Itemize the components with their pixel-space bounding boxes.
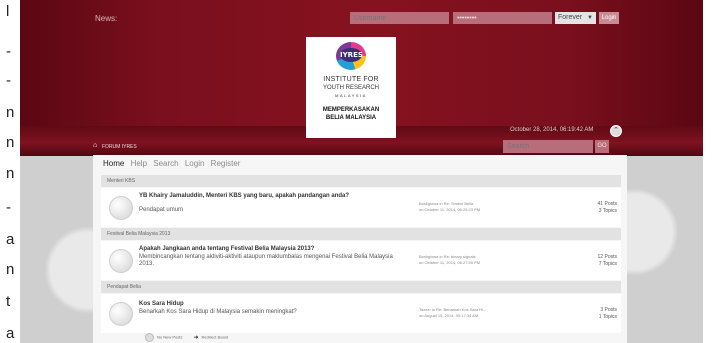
last-post-date: on October 11, 2014, 06:27:59 PM [419,260,481,265]
board-title[interactable]: Apakah Jangkaan anda tentang Festival Be… [139,246,409,253]
breadcrumb[interactable]: FORUM IYRES [102,144,137,150]
board-title[interactable]: YB Khairy Jamaluddin, Menteri KBS yang b… [139,193,399,200]
left-text-char: n [6,165,15,182]
logo-line: MALAYSIA [335,93,367,98]
redirect-icon: ➜ [193,334,199,341]
board-description: Membincangkan tentang aktiviti-aktiviti … [139,254,393,267]
board-stats: 41 Posts 3 Topics [571,201,617,215]
toggle-header-icon[interactable]: ⌃ [610,125,622,137]
logo-line: INSTITUTE FOR [323,76,379,83]
nav-search[interactable]: Search [153,159,178,168]
right-margin [703,0,717,343]
category-header[interactable]: Menteri KBS [101,175,621,187]
main-nav: Home Help Search Login Register [103,159,244,168]
left-text-char: a [6,231,15,248]
legend-redirect: Redirect Board [201,334,229,340]
board-status-icon [109,302,133,326]
board-last-post: Boskglowa in Re: binary signals on Octob… [419,254,539,266]
login-button[interactable]: Login [599,12,619,24]
nav-login[interactable]: Login [185,159,205,168]
nav-home[interactable]: Home [103,159,124,168]
topic-count: 1 Topics [598,314,617,320]
username-input[interactable] [350,12,449,24]
nav-help[interactable]: Help [131,159,147,168]
board-legend: No New Posts ➜ Redirect Board [145,333,228,342]
login-bar: News: Forever ▼ Login [20,12,703,28]
search-input[interactable] [503,140,593,153]
left-text-char: a [6,325,15,342]
logo-line: BELIA MALAYSIA [325,115,377,121]
board-last-post: Boskglowa in Re: Simbol Belia on October… [419,201,539,213]
board-description: Benarkah Kos Sara Hidup di Malaysia sema… [139,309,297,315]
iyres-logo[interactable]: IYRES INSTITUTE FOR YOUTH RESEARCH MALAY… [306,37,396,138]
logo-line: YOUTH RESEARCH [322,85,379,91]
board-title[interactable]: Kos Sara Hidup [139,301,399,308]
left-text-char: n [6,104,15,121]
current-date: October 28, 2014, 06:19:42 AM [510,127,594,133]
chevron-down-icon: ▼ [587,15,593,21]
board-status-icon [109,196,133,220]
category-header[interactable]: Festival Belia Malaysia 2013 [101,228,621,240]
session-length-select[interactable]: Forever ▼ [555,12,596,24]
last-post-date: on October 11, 2014, 06:23:23 PM [419,207,481,212]
left-text-char: - [6,43,11,60]
topic-count: 7 Topics [598,261,617,267]
legend-no-new: No New Posts [157,334,183,340]
board-row[interactable]: Kos Sara Hidup Benarkah Kos Sara Hidup d… [101,294,621,333]
nav-register[interactable]: Register [211,159,241,168]
no-new-posts-icon [145,333,154,342]
logo-line: MEMPERKASAKAN [322,107,380,113]
board-row[interactable]: Apakah Jangkaan anda tentang Festival Be… [101,241,621,280]
logo-mark-icon: IYRES [336,42,366,70]
board-last-post: Tazzer in Re: Benarkah Kos Sara Hi... on… [419,307,539,319]
category-header[interactable]: Pendapat Belia [101,281,621,293]
search-go-button[interactable]: GO [595,140,609,153]
board-row[interactable]: YB Khairy Jamaluddin, Menteri KBS yang b… [101,188,621,227]
forum-page: News: Forever ▼ Login IYRES INSTITUTE FO… [20,0,703,343]
post-count: 3 Posts [600,307,617,313]
left-text-char: l [6,3,10,20]
board-description: Pendapat umum [139,207,184,213]
left-text-char: - [6,72,11,89]
board-stats: 12 Posts 7 Topics [571,254,617,268]
last-post-date: on August 15, 2014, 09:17:34 AM [419,313,479,318]
left-cropped-text: l - - n n n - a n t a [0,0,20,343]
left-text-char: n [6,134,15,151]
board-stats: 3 Posts 1 Topics [571,307,617,321]
content-panel: Home Help Search Login Register Menteri … [93,155,627,343]
logo-mark-text: IYRES [340,48,363,62]
topic-count: 3 Topics [598,208,617,214]
session-length-value: Forever [558,14,583,21]
left-text-char: n [6,261,15,278]
left-text-char: - [6,199,11,216]
left-text-char: t [6,293,11,310]
post-count: 41 Posts [597,201,617,207]
news-label: News: [95,14,118,23]
board-status-icon [109,249,133,273]
home-icon[interactable]: ⌂ [93,142,97,149]
post-count: 12 Posts [597,254,617,260]
password-input[interactable] [453,12,552,24]
